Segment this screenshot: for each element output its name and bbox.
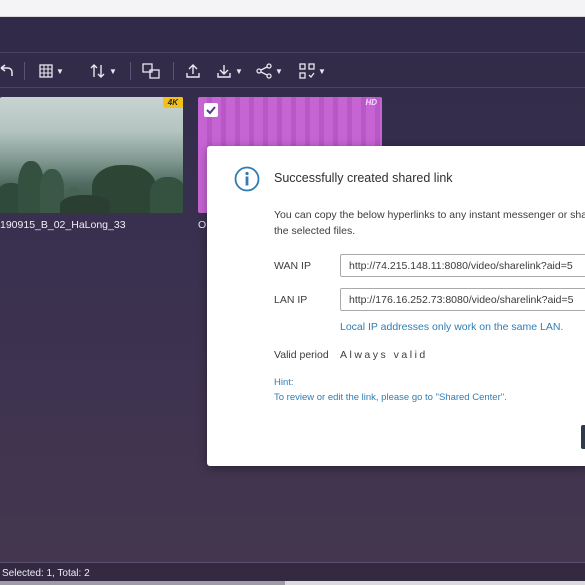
info-icon <box>234 166 260 197</box>
shared-link-dialog: Successfully created shared link You can… <box>207 146 585 466</box>
dialog-title: Successfully created shared link <box>274 171 453 185</box>
toolbar-separator <box>130 62 131 80</box>
window-top-bar <box>0 0 585 16</box>
sort-icon <box>90 64 106 78</box>
status-bar: Selected: 1, Total: 2 <box>0 562 585 585</box>
multi-select-button[interactable]: ▼ <box>299 60 326 82</box>
upload-button[interactable] <box>185 60 201 82</box>
back-button[interactable] <box>0 60 14 82</box>
share-icon <box>256 63 272 79</box>
dialog-close-button[interactable] <box>581 425 585 449</box>
convert-button[interactable] <box>142 60 160 82</box>
lan-note: Local IP addresses only work on the same… <box>340 321 564 333</box>
video-preview-image <box>0 97 183 213</box>
selection-count: Selected: 1, Total: 2 <box>2 568 90 579</box>
hint-text[interactable]: To review or edit the link, please go to… <box>274 392 507 403</box>
convert-icon <box>142 63 160 79</box>
horizontal-scrollbar[interactable] <box>0 581 585 585</box>
resolution-badge: 4K <box>162 97 183 108</box>
toolbar-separator <box>24 62 25 80</box>
lan-link-field[interactable] <box>340 288 585 311</box>
file-name[interactable]: 190915_B_02_HaLong_33 <box>0 219 126 231</box>
top-divider <box>0 16 585 17</box>
file-name[interactable]: O <box>198 219 206 231</box>
chevron-down-icon: ▼ <box>109 66 117 76</box>
lan-ip-label: LAN IP <box>274 294 308 306</box>
wan-link-field[interactable] <box>340 254 585 277</box>
toolbar: ▼ ▼ ▼ ▼ ▼ <box>0 52 585 88</box>
chevron-down-icon: ▼ <box>318 66 326 76</box>
scrollbar-thumb[interactable] <box>0 581 285 585</box>
chevron-down-icon: ▼ <box>56 66 64 76</box>
checkmark-icon <box>206 106 216 115</box>
grid-view-icon <box>39 64 53 78</box>
file-thumbnail-halong[interactable]: 4K <box>0 97 183 213</box>
sort-button[interactable]: ▼ <box>90 60 117 82</box>
download-icon <box>216 63 232 79</box>
hint-label: Hint: <box>274 377 294 388</box>
download-button[interactable]: ▼ <box>216 60 243 82</box>
toolbar-separator <box>173 62 174 80</box>
wan-ip-label: WAN IP <box>274 260 311 272</box>
upload-icon <box>185 63 201 79</box>
multi-select-icon <box>299 63 315 79</box>
valid-period-value: Always valid <box>340 349 428 361</box>
resolution-badge: HD <box>365 98 377 107</box>
share-button[interactable]: ▼ <box>256 60 283 82</box>
dialog-description: You can copy the below hyperlinks to any… <box>274 209 585 237</box>
chevron-down-icon: ▼ <box>275 66 283 76</box>
view-mode-button[interactable]: ▼ <box>39 60 64 82</box>
chevron-down-icon: ▼ <box>235 66 243 76</box>
selected-checkbox[interactable] <box>204 103 218 117</box>
back-icon <box>0 64 14 78</box>
valid-period-label: Valid period <box>274 349 329 361</box>
